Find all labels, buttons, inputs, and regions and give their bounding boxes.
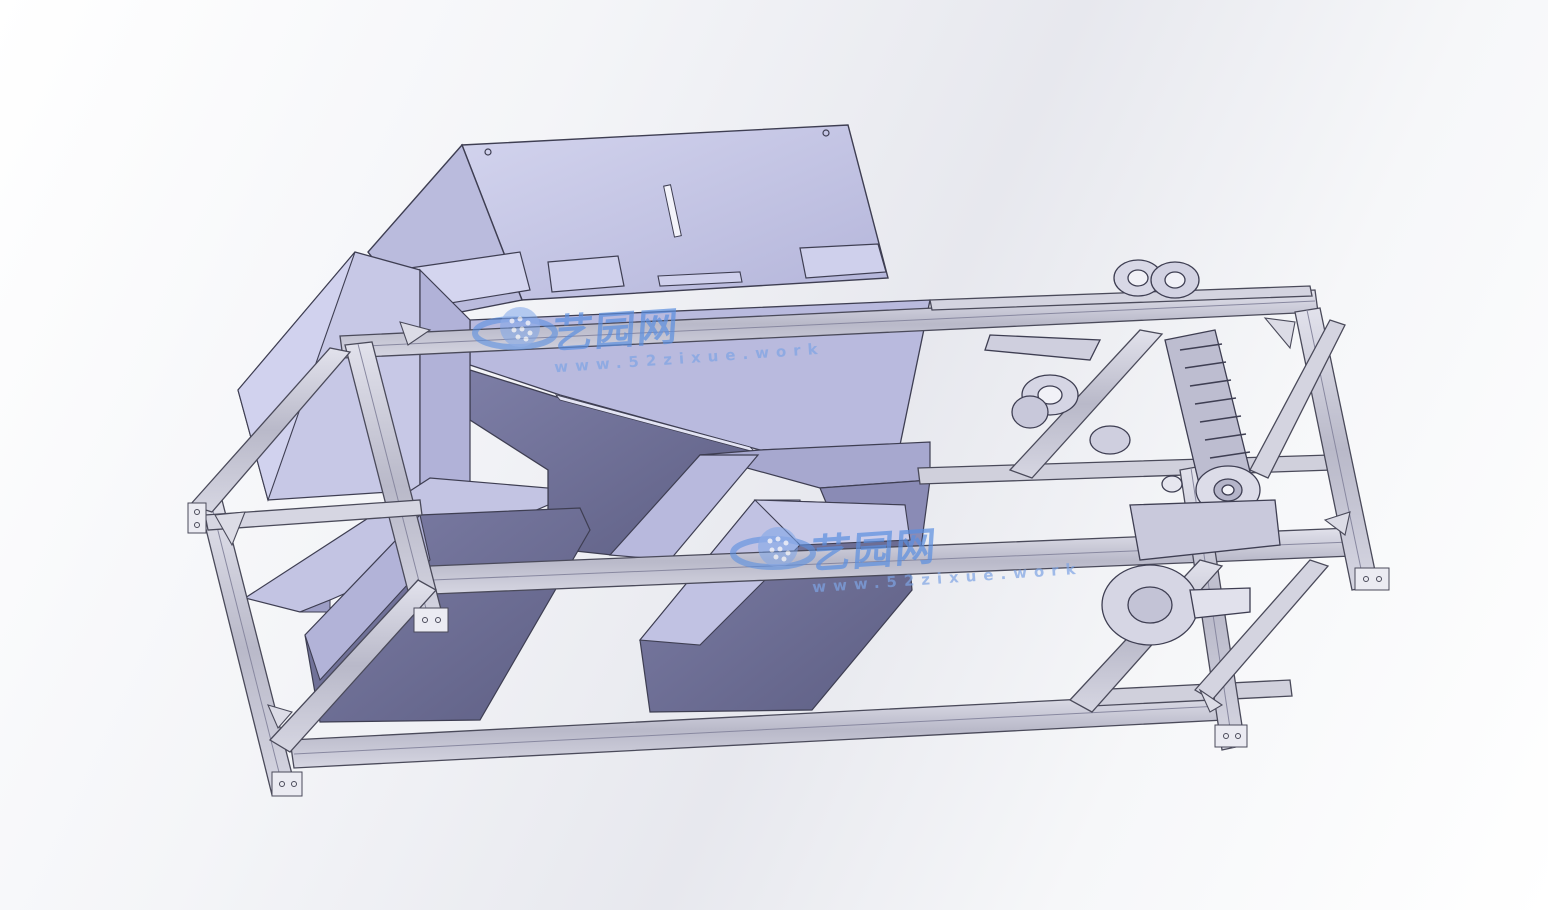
- cad-model-view: [187, 124, 1390, 797]
- cad-viewport[interactable]: 艺园网 www.52zixue.work 艺园网 www.52zixue.wor…: [0, 0, 1548, 910]
